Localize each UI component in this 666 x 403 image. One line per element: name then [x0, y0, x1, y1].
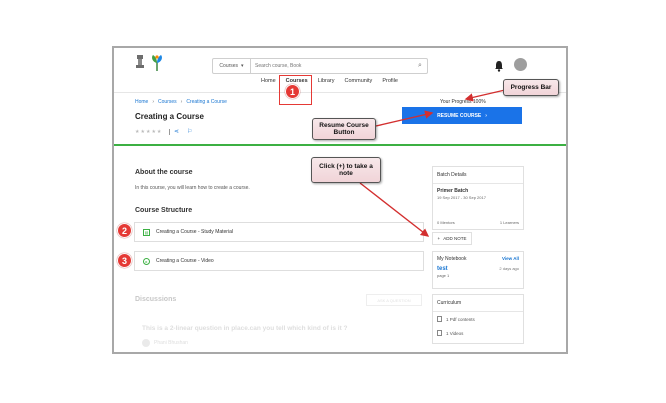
diksha-logo-icon — [152, 55, 162, 71]
search-icon[interactable]: ⌕ — [413, 62, 427, 70]
chevron-down-icon: ▾ — [241, 63, 244, 69]
breadcrumb-courses[interactable]: Courses — [158, 99, 177, 105]
structure-heading: Course Structure — [135, 207, 193, 214]
curriculum-item: 1 Pdf contents — [433, 312, 523, 326]
lesson-item[interactable]: ▤ Creating a Course - Study Material — [134, 222, 424, 242]
step-badge-3: 3 — [117, 253, 132, 268]
curriculum-label: 1 Videos — [446, 330, 464, 336]
curriculum-heading: Curriculum — [433, 295, 523, 312]
share-icon[interactable]: ⋖ — [174, 128, 179, 135]
divider — [169, 129, 170, 135]
note-page: page 1 — [437, 273, 450, 278]
curriculum-label: 1 Pdf contents — [446, 316, 475, 322]
curriculum-card: Curriculum 1 Pdf contents 1 Videos — [432, 294, 524, 344]
resume-course-button[interactable]: RESUME COURSE › — [402, 107, 522, 124]
mentor-count: 0 Mentors — [437, 220, 455, 225]
breadcrumb-home[interactable]: Home — [135, 99, 148, 105]
search-scope-label: Courses — [219, 63, 239, 69]
flag-icon[interactable]: ⚐ — [187, 128, 192, 135]
plus-icon: + — [437, 236, 441, 241]
batch-dates: 19 Sep 2017 - 30 Sep 2017 — [437, 195, 486, 200]
search-scope-select[interactable]: Courses ▾ — [213, 59, 251, 73]
note-time: 2 days ago — [499, 266, 519, 271]
user-avatar[interactable] — [514, 58, 527, 71]
search-input[interactable] — [251, 59, 413, 73]
about-text: In this course, you will learn how to cr… — [135, 185, 250, 191]
curriculum-item: 1 Videos — [433, 326, 523, 340]
resume-course-label: RESUME COURSE — [437, 112, 482, 119]
national-emblem-icon — [136, 55, 144, 68]
nav-library[interactable]: Library — [318, 78, 335, 84]
play-icon: ▸ — [143, 257, 150, 265]
resume-course-callout: Resume Course Button — [312, 118, 376, 140]
nav-profile[interactable]: Profile — [382, 78, 398, 84]
batch-stats: 0 Mentors 1 Learners — [437, 220, 519, 225]
lesson-label: Creating a Course - Study Material — [156, 229, 233, 235]
notebook-heading: My Notebook — [437, 256, 467, 262]
learner-count: 1 Learners — [499, 220, 519, 225]
pdf-icon — [437, 316, 442, 322]
progress-text: Your Progress 100% — [440, 99, 486, 105]
nav-home[interactable]: Home — [261, 78, 276, 84]
notebook-header: My Notebook View All — [433, 252, 523, 266]
chevron-right-icon: › — [152, 99, 155, 105]
add-note-callout: Click (+) to take a note — [311, 157, 381, 183]
progress-bar — [114, 144, 566, 146]
view-all-link[interactable]: View All — [502, 256, 519, 262]
batch-name: Primer Batch — [437, 188, 469, 194]
batch-details-card: Batch Details Primer Batch 19 Sep 2017 -… — [432, 166, 524, 230]
about-heading: About the course — [135, 169, 193, 176]
note-title: test — [437, 266, 448, 272]
app-window: Courses ▾ ⌕ Home Courses Library Communi… — [112, 46, 568, 354]
breadcrumb: Home › Courses › Creating a Course — [135, 99, 227, 105]
chevron-right-icon: › — [485, 112, 487, 119]
notification-bell-icon[interactable] — [494, 60, 504, 72]
search-bar: Courses ▾ ⌕ — [212, 58, 428, 74]
nav-community[interactable]: Community — [345, 78, 373, 84]
lesson-label: Creating a Course - Video — [156, 258, 214, 264]
breadcrumb-current: Creating a Course — [186, 99, 227, 105]
batch-heading: Batch Details — [433, 167, 523, 184]
document-icon: ▤ — [143, 228, 150, 236]
notebook-card: My Notebook View All test 2 days ago pag… — [432, 251, 524, 289]
progress-bar-callout: Progress Bar — [503, 79, 559, 96]
page-title: Creating a Course — [135, 112, 204, 121]
add-note-label: ADD NOTE — [443, 236, 467, 241]
chevron-right-icon: › — [180, 99, 183, 105]
step-badge-2: 2 — [117, 223, 132, 238]
step-badge-1: 1 — [285, 84, 300, 99]
rating-stars[interactable]: ★★★★★ — [135, 129, 162, 135]
top-navbar: Courses ▾ ⌕ Home Courses Library Communi… — [114, 48, 566, 105]
lesson-item[interactable]: ▸ Creating a Course - Video — [134, 251, 424, 271]
add-note-button[interactable]: + ADD NOTE — [432, 232, 472, 245]
video-icon — [437, 330, 442, 336]
